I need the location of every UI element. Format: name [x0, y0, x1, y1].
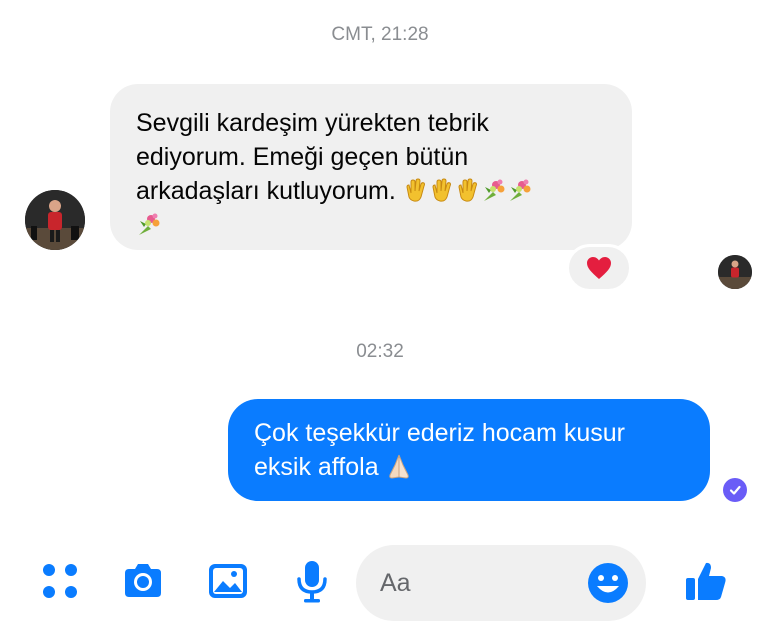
- bouquet-icon: [507, 177, 533, 203]
- timestamp: 02:32: [356, 341, 404, 362]
- seen-by-avatar: [718, 255, 752, 289]
- message-input[interactable]: [380, 563, 590, 603]
- bouquet-icon: [136, 211, 162, 237]
- red-heart-icon: [587, 257, 611, 279]
- message-text: ediyorum. Emeği geçen bütün: [136, 143, 469, 171]
- bouquet-icon: [481, 177, 507, 203]
- composer-bar: [0, 545, 760, 625]
- clapping-hands-icon: [455, 177, 481, 203]
- clapping-hands-icon: [429, 177, 455, 203]
- reaction-badge[interactable]: [566, 244, 632, 292]
- emoji-icon[interactable]: [586, 561, 630, 605]
- microphone-icon[interactable]: [288, 557, 336, 605]
- folded-hands-icon: [386, 453, 412, 479]
- thumbs-up-icon[interactable]: [682, 557, 730, 605]
- message-text-line: [136, 208, 606, 242]
- read-receipt-icon: [723, 478, 747, 502]
- camera-icon[interactable]: [119, 557, 167, 605]
- clapping-hands-icon: [403, 177, 429, 203]
- message-text-line: eksik affola: [254, 450, 684, 484]
- message-text: Sevgili kardeşim yürekten tebrik: [136, 109, 489, 137]
- message-text: Çok teşekkür ederiz hocam kusur: [254, 419, 625, 447]
- timestamp: CMT, 21:28: [331, 24, 429, 45]
- apps-icon[interactable]: [36, 557, 84, 605]
- message-text: arkadaşları kutluyorum.: [136, 177, 396, 205]
- avatar[interactable]: [25, 190, 85, 250]
- outgoing-message-bubble[interactable]: Çok teşekkür ederiz hocam kusur eksik af…: [228, 399, 710, 501]
- message-text-line: arkadaşları kutluyorum.: [136, 174, 606, 208]
- message-input-container: [356, 545, 646, 621]
- incoming-message-bubble[interactable]: Sevgili kardeşim yürekten tebrik ediyoru…: [110, 84, 632, 250]
- message-text: eksik affola: [254, 453, 379, 481]
- gallery-icon[interactable]: [204, 557, 252, 605]
